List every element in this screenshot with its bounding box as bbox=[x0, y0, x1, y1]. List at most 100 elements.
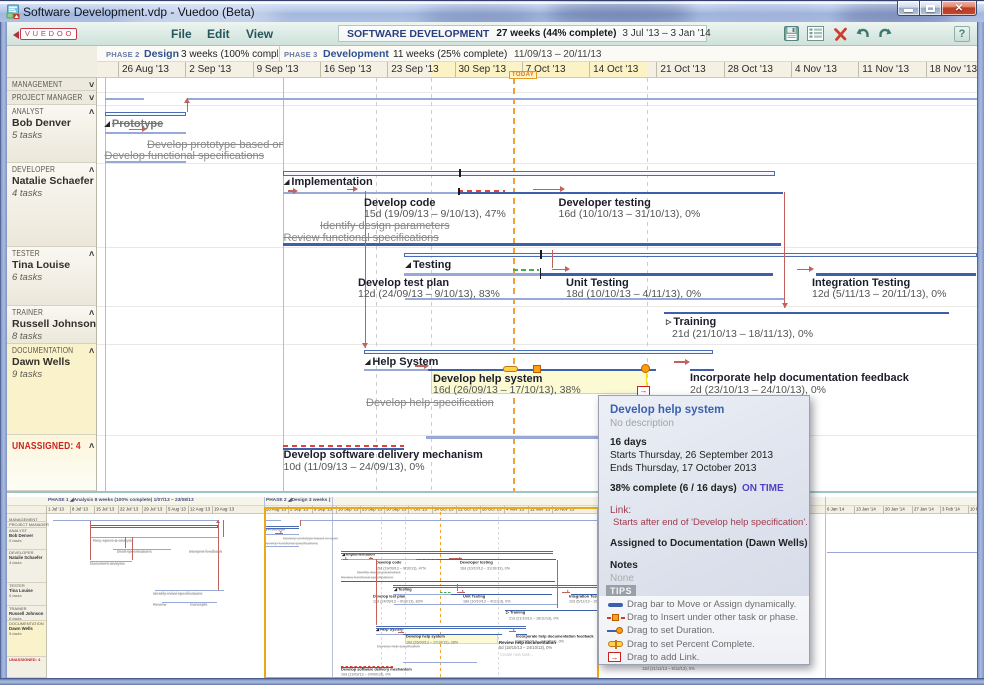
task-sublabel[interactable]: 16d (10/10/13 – 31/10/13), 0% bbox=[559, 209, 701, 221]
task-bar[interactable] bbox=[283, 171, 775, 176]
task-label[interactable]: Developer testing bbox=[559, 197, 651, 209]
list-view-icon[interactable] bbox=[807, 25, 825, 43]
close-button[interactable]: ✕ bbox=[942, 1, 977, 16]
task-bar[interactable] bbox=[513, 269, 539, 272]
minimap-viewport[interactable] bbox=[264, 507, 599, 678]
task-label[interactable]: Develop help system bbox=[433, 373, 542, 385]
task-label[interactable]: Develop code bbox=[364, 197, 436, 209]
task-label[interactable]: Incorporate help documentation feedback bbox=[690, 372, 909, 384]
sidebar-section-developer[interactable]: DEVELOPERNatalie Schaefer4 tasks˄ bbox=[7, 163, 96, 247]
task-bar[interactable] bbox=[540, 273, 773, 276]
completed-task-label[interactable]: Develop functional specifications bbox=[105, 150, 265, 162]
menu-item-view[interactable]: View bbox=[246, 27, 273, 41]
task-sublabel[interactable]: 12d (5/11/13 – 20/11/13), 0% bbox=[812, 289, 946, 301]
chevron-up-icon[interactable]: ˄ bbox=[89, 441, 94, 451]
task-bar[interactable] bbox=[404, 273, 540, 276]
chevron-down-icon[interactable]: ˅ bbox=[89, 80, 94, 90]
sidebar-section-documentation[interactable]: DOCUMENTATIONDawn Wells9 tasks˄ bbox=[7, 344, 96, 435]
minimap-tick bbox=[118, 506, 119, 514]
overview-minimap[interactable]: PHASE 1 ◢Analysis 8 weeks (100% complete… bbox=[7, 491, 977, 678]
sidebar-section-project-manager[interactable]: PROJECT MANAGER˅ bbox=[7, 91, 96, 105]
task-sublabel[interactable]: 16d (26/09/13 – 17/10/13), 38% bbox=[433, 385, 581, 397]
tip-row: →Drag to add Link. bbox=[607, 651, 699, 664]
task-sublabel[interactable]: 12d (24/09/13 – 9/10/13), 83% bbox=[358, 289, 500, 301]
chevron-up-icon[interactable]: ˄ bbox=[89, 107, 94, 117]
minimap-task-bar bbox=[90, 537, 218, 538]
task-bar[interactable] bbox=[664, 312, 949, 315]
sidebar-section-tester[interactable]: TESTERTina Louise6 tasks˄ bbox=[7, 247, 96, 306]
task-bar[interactable] bbox=[283, 192, 458, 195]
minimize-button[interactable] bbox=[897, 1, 920, 16]
collapsed-marker-icon[interactable]: ▷ bbox=[666, 319, 671, 327]
completed-task-label[interactable]: Develop help specification bbox=[366, 397, 494, 409]
percent-handle[interactable] bbox=[503, 366, 518, 372]
task-sublabel[interactable]: 15d (19/09/13 – 9/10/13), 47% bbox=[364, 209, 506, 221]
task-sublabel[interactable]: 18d (10/10/13 – 4/11/13), 0% bbox=[566, 289, 701, 301]
redo-icon[interactable] bbox=[876, 25, 894, 43]
task-bar[interactable] bbox=[364, 369, 428, 372]
task-label[interactable]: Develop software delivery mechanism bbox=[284, 449, 483, 461]
minimap-date-label: 8 Jul '13 bbox=[72, 507, 88, 512]
help-button[interactable]: ? bbox=[954, 26, 970, 42]
task-bar[interactable] bbox=[283, 445, 404, 447]
menu-item-edit[interactable]: Edit bbox=[207, 27, 230, 41]
task-bar[interactable] bbox=[458, 190, 505, 192]
task-bar[interactable] bbox=[426, 436, 599, 439]
task-bar[interactable] bbox=[428, 369, 656, 372]
minimap-sidebar-role: TESTER bbox=[9, 584, 25, 588]
gantt-chart[interactable]: ◢Prototype Develop prototype based on spe… bbox=[97, 78, 977, 491]
task-bar[interactable] bbox=[404, 253, 977, 258]
minimap-sidebar-section: TRAINERRussell Johnson8 tasks bbox=[7, 606, 46, 621]
completed-task-label[interactable]: ◢Prototype bbox=[105, 118, 164, 130]
minimap-extra-label: Identify initial specifications bbox=[153, 592, 202, 596]
minimap-date-label: 15 Jul '13 bbox=[96, 507, 114, 512]
insert-handle[interactable] bbox=[533, 365, 541, 373]
task-bar[interactable] bbox=[105, 112, 187, 117]
save-icon[interactable] bbox=[783, 25, 801, 43]
duration-handle[interactable] bbox=[641, 364, 650, 373]
menu-item-file[interactable]: File bbox=[171, 27, 192, 41]
expanded-marker-icon[interactable]: ◢ bbox=[365, 359, 370, 367]
task-bar[interactable] bbox=[188, 98, 977, 101]
title-bar[interactable]: Software Development.vdp - Vuedoo (Beta)… bbox=[0, 0, 984, 22]
minimap-sidebar-section: DEVELOPERNatalie Schaefer4 tasks bbox=[7, 550, 46, 583]
expanded-marker-icon[interactable]: ◢ bbox=[284, 179, 289, 187]
sidebar-section-unassigned-[interactable]: UNASSIGNED: 4˄ bbox=[7, 435, 96, 491]
chevron-down-icon[interactable]: ˅ bbox=[89, 93, 94, 103]
task-label[interactable]: ▷Training bbox=[666, 316, 716, 328]
phase-name[interactable]: Development bbox=[323, 48, 389, 60]
chevron-up-icon[interactable]: ˄ bbox=[89, 165, 94, 175]
sidebar-section-analyst[interactable]: ANALYSTBob Denver5 tasks˄ bbox=[7, 105, 96, 163]
minimap-dependency-line bbox=[90, 521, 91, 560]
back-arrow-icon[interactable] bbox=[13, 31, 19, 39]
project-header[interactable]: SOFTWARE DEVELOPMENT 27 weeks (44% compl… bbox=[338, 25, 707, 42]
expanded-marker-icon[interactable]: ◢ bbox=[406, 262, 411, 270]
task-label[interactable]: ◢Help System bbox=[365, 356, 438, 368]
undo-icon[interactable] bbox=[854, 25, 872, 43]
task-label[interactable]: ◢Implementation bbox=[284, 176, 373, 188]
phase-name[interactable]: Design bbox=[144, 48, 179, 60]
chevron-up-icon[interactable]: ˄ bbox=[89, 249, 94, 259]
delete-icon[interactable] bbox=[832, 25, 850, 43]
vuedoo-logo[interactable]: VUEDOO bbox=[20, 28, 77, 40]
task-sublabel[interactable]: 10d (11/09/13 – 24/09/13), 0% bbox=[284, 462, 425, 474]
sidebar-section-trainer[interactable]: TRAINERRussell Johnson8 tasks˄ bbox=[7, 306, 96, 344]
minimap-phase-bar: PHASE 1 ◢Analysis 8 weeks (100% complete… bbox=[7, 497, 977, 506]
minimap-task-bar bbox=[90, 525, 218, 528]
sidebar-task-count: 4 tasks bbox=[12, 188, 42, 199]
task-bar[interactable] bbox=[105, 98, 145, 101]
chevron-up-icon[interactable]: ˄ bbox=[89, 308, 94, 318]
task-sublabel[interactable]: 21d (21/10/13 – 18/11/13), 0% bbox=[672, 329, 813, 341]
completed-task-label[interactable]: Review functional specifications bbox=[284, 232, 439, 244]
task-bar[interactable] bbox=[364, 350, 713, 355]
completed-task-label[interactable]: Develop prototype based on spec bbox=[147, 139, 283, 151]
completed-task-label[interactable]: Identify design parameters bbox=[320, 220, 450, 232]
task-bar[interactable] bbox=[816, 273, 976, 276]
tip-row: Drag to set Duration. bbox=[607, 624, 715, 637]
task-bar[interactable] bbox=[458, 192, 783, 195]
maximize-button[interactable] bbox=[920, 1, 942, 16]
chevron-up-icon[interactable]: ˄ bbox=[89, 346, 94, 356]
sidebar-section-management[interactable]: MANAGEMENT˅ bbox=[7, 78, 96, 91]
task-label[interactable]: ◢Testing bbox=[406, 259, 452, 271]
expanded-marker-icon[interactable]: ◢ bbox=[105, 121, 110, 129]
